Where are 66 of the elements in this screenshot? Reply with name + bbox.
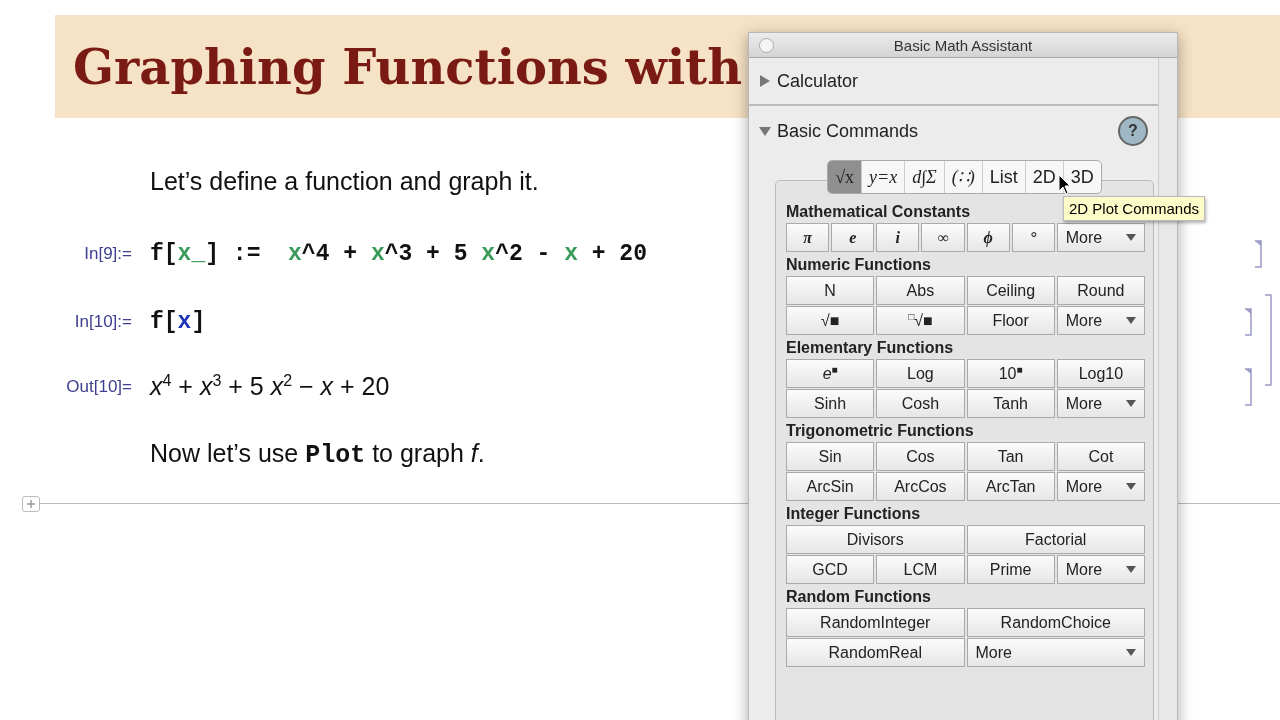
command-button[interactable]: Ceiling bbox=[966, 276, 1055, 305]
group-heading: Mathematical Constants bbox=[786, 203, 971, 221]
input-label: In[10]:= bbox=[73, 312, 133, 332]
tooltip: 2D Plot Commands bbox=[1063, 196, 1206, 221]
notebook-title: Graphing Functions with bbox=[73, 38, 743, 95]
command-button[interactable]: ArcCos bbox=[876, 472, 965, 501]
command-button[interactable]: ϕ bbox=[966, 223, 1010, 252]
help-button[interactable]: ? bbox=[1118, 116, 1148, 146]
section-header[interactable]: Basic Commands bbox=[777, 120, 919, 142]
command-button[interactable]: Log bbox=[876, 359, 965, 388]
command-button[interactable]: Divisors bbox=[786, 525, 965, 554]
command-button[interactable]: ° bbox=[1011, 223, 1055, 252]
palette-tab[interactable]: y=x bbox=[862, 161, 906, 193]
more-dropdown[interactable]: More bbox=[1056, 555, 1145, 584]
input-code: f[x] bbox=[150, 309, 206, 335]
group-heading: Integer Functions bbox=[786, 505, 921, 523]
command-button[interactable]: Log10 bbox=[1056, 359, 1145, 388]
command-button[interactable]: RandomChoice bbox=[966, 608, 1145, 637]
input-label: In[9]:= bbox=[83, 244, 133, 264]
command-button[interactable]: Floor bbox=[966, 306, 1055, 335]
command-button[interactable]: Cosh bbox=[876, 389, 965, 418]
command-button[interactable]: e$^{■}$ bbox=[786, 359, 875, 388]
group-heading: Numeric Functions bbox=[786, 256, 931, 274]
palette-title: Basic Math Assistant bbox=[893, 36, 1033, 54]
palette-tab[interactable]: List bbox=[982, 161, 1026, 193]
group-heading: Random Functions bbox=[786, 588, 931, 606]
text-cell: Let’s define a function and graph it. bbox=[150, 166, 539, 196]
palette-tab[interactable]: √x bbox=[828, 161, 863, 193]
command-button[interactable]: N bbox=[786, 276, 875, 305]
more-dropdown[interactable]: More bbox=[1056, 306, 1145, 335]
command-button[interactable]: Cot bbox=[1056, 442, 1145, 471]
more-dropdown[interactable]: More bbox=[966, 638, 1145, 667]
command-button[interactable]: RandomInteger bbox=[786, 608, 965, 637]
command-button[interactable]: GCD bbox=[786, 555, 875, 584]
input-code: f[x_] := x^4 + x^3 + 5 x^2 - x + 20 bbox=[150, 241, 647, 267]
output-label: Out[10]= bbox=[65, 377, 133, 397]
command-button[interactable]: $^{□}$√■ bbox=[876, 306, 965, 335]
command-button[interactable]: Sin bbox=[786, 442, 875, 471]
more-dropdown[interactable]: More bbox=[1056, 389, 1145, 418]
command-button[interactable]: Cos bbox=[876, 442, 965, 471]
command-button[interactable]: ∞ bbox=[921, 223, 965, 252]
command-button[interactable]: Abs bbox=[876, 276, 965, 305]
command-button[interactable]: √■ bbox=[786, 306, 875, 335]
section-header[interactable]: Calculator bbox=[777, 70, 859, 92]
command-button[interactable]: Round bbox=[1056, 276, 1145, 305]
command-button[interactable]: RandomReal bbox=[786, 638, 965, 667]
command-button[interactable]: 10$^{■}$ bbox=[966, 359, 1055, 388]
group-heading: Trigonometric Functions bbox=[786, 422, 974, 440]
command-button[interactable]: Prime bbox=[966, 555, 1055, 584]
command-button[interactable]: Tan bbox=[966, 442, 1055, 471]
text-cell: Now let’s use Plot to graph f. bbox=[150, 438, 485, 470]
output-expression: x$^{4}$ + x$^{3}$ + 5 x$^{2}$ − x + 20 bbox=[150, 372, 390, 402]
command-button[interactable]: π bbox=[786, 223, 830, 252]
command-button[interactable]: Sinh bbox=[786, 389, 875, 418]
command-button[interactable]: i bbox=[876, 223, 920, 252]
palette-tab[interactable]: (∷) bbox=[944, 161, 983, 193]
more-dropdown[interactable]: More bbox=[1056, 223, 1145, 252]
command-button[interactable]: ArcTan bbox=[966, 472, 1055, 501]
command-button[interactable]: LCM bbox=[876, 555, 965, 584]
group-heading: Elementary Functions bbox=[786, 339, 954, 357]
command-button[interactable]: Tanh bbox=[966, 389, 1055, 418]
command-button[interactable]: Factorial bbox=[966, 525, 1145, 554]
more-dropdown[interactable]: More bbox=[1056, 472, 1145, 501]
palette-tab[interactable]: d∫Σ bbox=[905, 161, 945, 193]
command-button[interactable]: ArcSin bbox=[786, 472, 875, 501]
command-button[interactable]: e bbox=[831, 223, 875, 252]
